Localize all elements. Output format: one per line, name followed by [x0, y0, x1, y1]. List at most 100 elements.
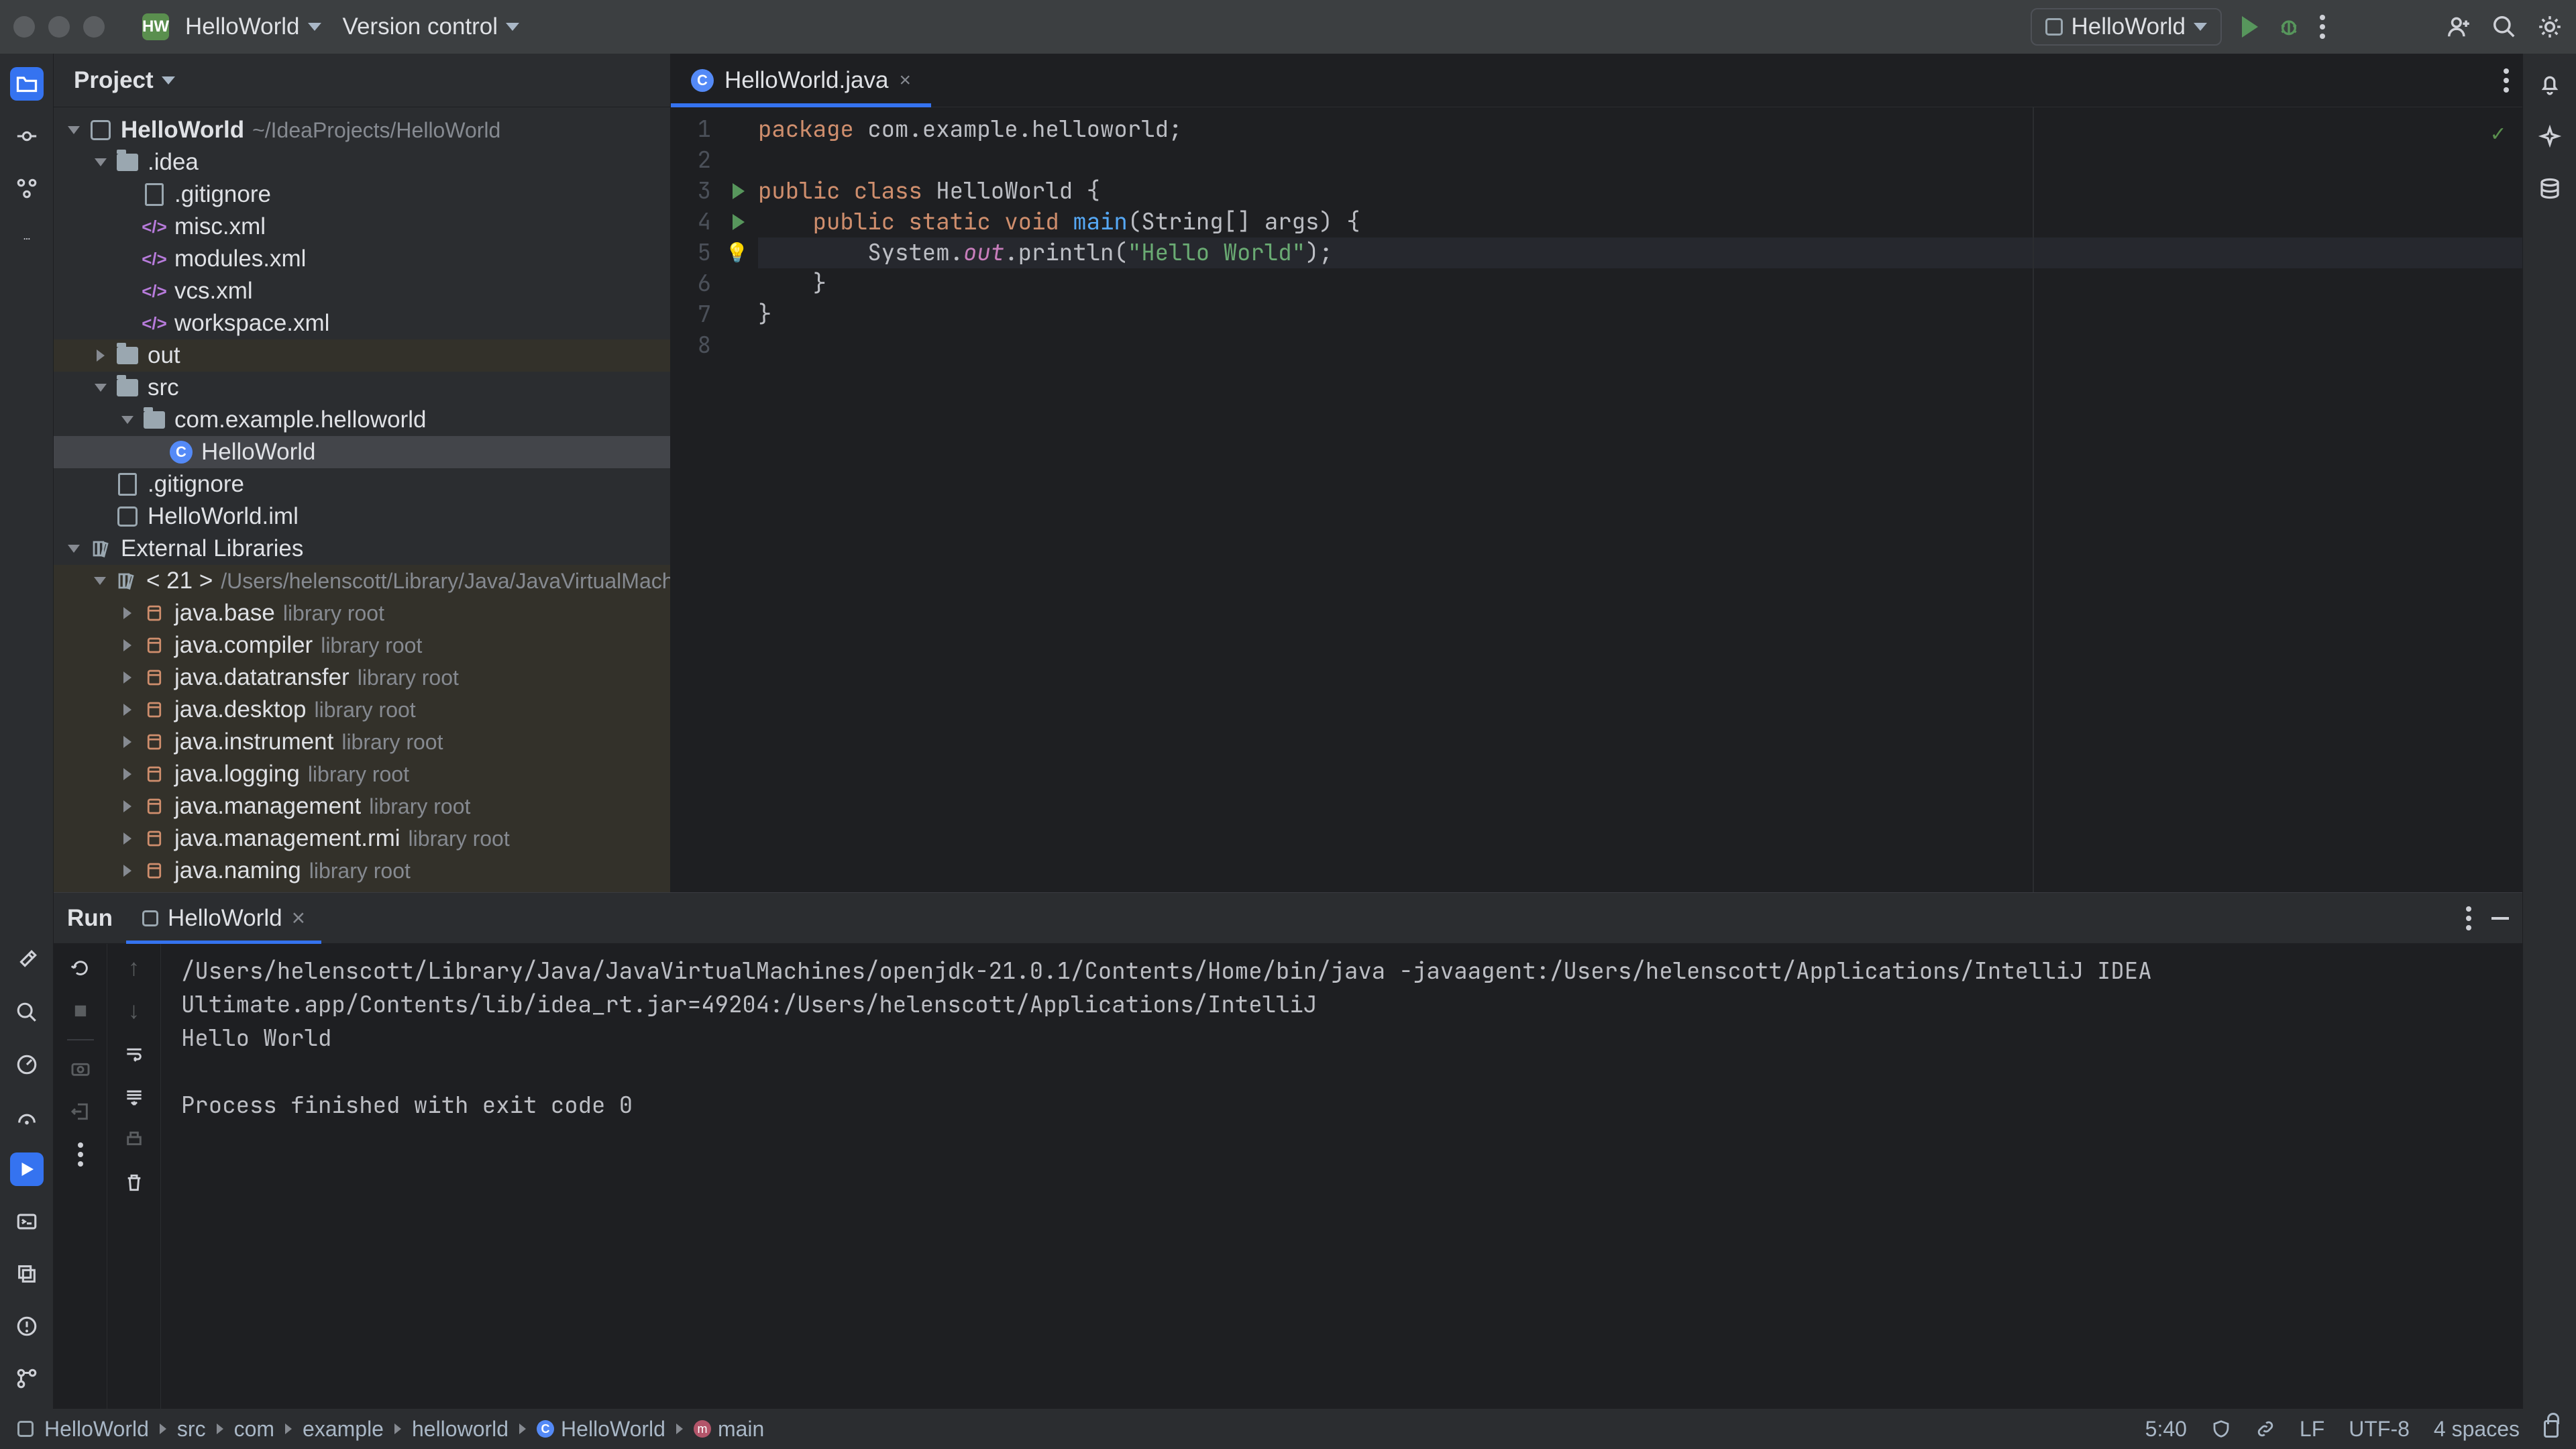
- code-line[interactable]: [758, 330, 2522, 361]
- tree-arrow[interactable]: [148, 445, 161, 459]
- tree-row[interactable]: out: [54, 339, 670, 372]
- ai-assistant-tool-button[interactable]: [2533, 119, 2567, 153]
- tree-arrow[interactable]: [121, 671, 134, 684]
- tree-row[interactable]: java.datatransfer library root: [54, 661, 670, 694]
- problems-tool-button[interactable]: [10, 1309, 44, 1343]
- tree-row[interactable]: HelloWorld.iml: [54, 500, 670, 533]
- hide-tool-window-button[interactable]: [2491, 917, 2509, 920]
- close-run-tab-button[interactable]: ×: [292, 905, 305, 932]
- code-line[interactable]: public static void main(String[] args) {: [758, 207, 2522, 237]
- maximize-window-icon[interactable]: [83, 16, 105, 38]
- tree-row[interactable]: java.management.rmi library root: [54, 822, 670, 855]
- breadcrumbs[interactable]: HelloWorldsrccomexamplehelloworldCHelloW…: [17, 1417, 2133, 1442]
- shield-icon[interactable]: [2211, 1419, 2231, 1439]
- scroll-down-button[interactable]: ↓: [128, 996, 140, 1026]
- tree-row[interactable]: java.net.http library root: [54, 887, 670, 892]
- tree-row[interactable]: com.example.helloworld: [54, 404, 670, 436]
- tree-arrow[interactable]: [121, 703, 134, 716]
- status-encoding[interactable]: UTF-8: [2349, 1417, 2410, 1442]
- breadcrumb-item[interactable]: src: [177, 1417, 206, 1442]
- run-more-button[interactable]: [2466, 906, 2471, 930]
- close-window-icon[interactable]: [13, 16, 35, 38]
- link-icon[interactable]: [2255, 1419, 2275, 1439]
- tree-arrow[interactable]: [121, 188, 134, 201]
- tree-row[interactable]: java.desktop library root: [54, 694, 670, 726]
- gutter-line[interactable]: 8: [671, 330, 711, 361]
- tree-row[interactable]: java.management library root: [54, 790, 670, 822]
- services-tool-button[interactable]: [10, 1048, 44, 1081]
- tree-arrow[interactable]: [121, 252, 134, 266]
- dump-threads-button[interactable]: [70, 1054, 91, 1083]
- build-tool-button[interactable]: [10, 943, 44, 977]
- run-toolbar-more-button[interactable]: [78, 1140, 83, 1169]
- gutter-line[interactable]: 5💡: [671, 237, 711, 268]
- tree-arrow[interactable]: [94, 381, 107, 394]
- tree-row[interactable]: </>modules.xml: [54, 243, 670, 275]
- tree-row[interactable]: .gitignore: [54, 178, 670, 211]
- code-line[interactable]: System.out.println("Hello World");: [758, 237, 2522, 268]
- gutter-line[interactable]: 3: [671, 176, 711, 207]
- tree-row[interactable]: External Libraries: [54, 533, 670, 565]
- run-gutter-icon[interactable]: [733, 214, 745, 230]
- run-configuration-selector[interactable]: HelloWorld: [2031, 8, 2222, 46]
- tree-row[interactable]: java.compiler library root: [54, 629, 670, 661]
- code-line[interactable]: [758, 145, 2522, 176]
- run-gutter-icon[interactable]: [733, 183, 745, 199]
- code-line[interactable]: }: [758, 268, 2522, 299]
- tree-arrow[interactable]: [94, 156, 107, 169]
- print-button[interactable]: [123, 1125, 145, 1155]
- more-tool-windows-button[interactable]: [10, 224, 44, 258]
- tree-arrow[interactable]: [67, 123, 80, 137]
- code-with-me-button[interactable]: [2446, 14, 2471, 40]
- tree-row[interactable]: java.logging library root: [54, 758, 670, 790]
- stop-button[interactable]: [71, 996, 90, 1026]
- clear-console-button[interactable]: [123, 1168, 145, 1197]
- tree-arrow[interactable]: [121, 832, 134, 845]
- structure-tool-button[interactable]: [10, 172, 44, 205]
- tree-arrow[interactable]: [121, 639, 134, 652]
- status-linecol[interactable]: 5:40: [2145, 1417, 2187, 1442]
- database-tool-button[interactable]: [2533, 172, 2567, 205]
- project-tool-button[interactable]: [10, 67, 44, 101]
- run-tool-button[interactable]: [10, 1152, 44, 1186]
- tree-arrow[interactable]: [121, 413, 134, 427]
- intention-bulb-icon[interactable]: 💡: [725, 237, 749, 268]
- tree-arrow[interactable]: [121, 606, 134, 620]
- breadcrumb-item[interactable]: CHelloWorld: [537, 1417, 665, 1442]
- tree-row[interactable]: CHelloWorld: [54, 436, 670, 468]
- project-tree[interactable]: HelloWorld ~/IdeaProjects/HelloWorld.ide…: [54, 107, 670, 892]
- tree-arrow[interactable]: [94, 510, 107, 523]
- breadcrumb-item[interactable]: example: [303, 1417, 384, 1442]
- editor-gutter[interactable]: 12345💡678: [671, 107, 758, 892]
- gutter-line[interactable]: 2: [671, 145, 711, 176]
- tree-arrow[interactable]: [121, 317, 134, 330]
- project-menu[interactable]: HW HelloWorld: [131, 8, 332, 46]
- editor-tab[interactable]: C HelloWorld.java ×: [671, 54, 931, 107]
- tree-arrow[interactable]: [121, 864, 134, 877]
- breadcrumb-item[interactable]: helloworld: [412, 1417, 508, 1442]
- tree-row[interactable]: src: [54, 372, 670, 404]
- tree-row[interactable]: HelloWorld ~/IdeaProjects/HelloWorld: [54, 114, 670, 146]
- tree-arrow[interactable]: [121, 767, 134, 781]
- debug-button[interactable]: [2278, 16, 2300, 38]
- editor-body[interactable]: ✓ 12345💡678 package com.example.hellowor…: [671, 107, 2522, 892]
- breadcrumb-item[interactable]: HelloWorld: [44, 1417, 149, 1442]
- chevron-down-icon[interactable]: [162, 76, 175, 85]
- profiler-tool-button[interactable]: [10, 1100, 44, 1134]
- run-tab[interactable]: HelloWorld ×: [126, 893, 321, 943]
- gutter-line[interactable]: 4: [671, 207, 711, 237]
- scroll-to-end-button[interactable]: [123, 1082, 145, 1112]
- tree-row[interactable]: < 21 > /Users/helenscott/Library/Java/Ja…: [54, 565, 670, 597]
- tree-row[interactable]: java.naming library root: [54, 855, 670, 887]
- tree-arrow[interactable]: [121, 284, 134, 298]
- exit-button[interactable]: [70, 1097, 91, 1126]
- tree-row[interactable]: java.base library root: [54, 597, 670, 629]
- tree-row[interactable]: </>misc.xml: [54, 211, 670, 243]
- notifications-tool-button[interactable]: [2533, 67, 2567, 101]
- gutter-line[interactable]: 6: [671, 268, 711, 299]
- editor-code-area[interactable]: package com.example.helloworld;public cl…: [758, 107, 2522, 892]
- gutter-line[interactable]: 1: [671, 114, 711, 145]
- terminal-tool-button[interactable]: [10, 1205, 44, 1238]
- code-line[interactable]: }: [758, 299, 2522, 330]
- commit-tool-button[interactable]: [10, 119, 44, 153]
